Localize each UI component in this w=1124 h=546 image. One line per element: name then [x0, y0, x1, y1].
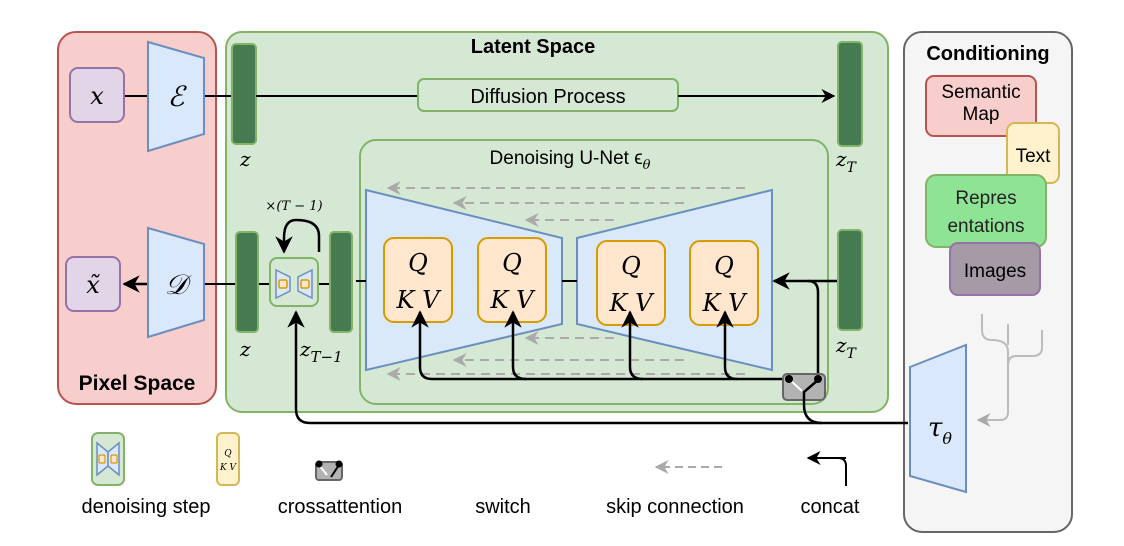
- latent-space-label: Latent Space: [471, 36, 595, 58]
- qkv-kv-label: K V: [609, 289, 656, 317]
- svg-text:skip connection: skip connection: [606, 496, 744, 518]
- diffusion-process-box: Diffusion Process: [417, 78, 679, 112]
- pixel-space-label: Pixel Space: [79, 372, 196, 395]
- latent-zT-block-top: [837, 41, 863, 147]
- svg-text:K V: K V: [219, 463, 238, 473]
- qkv-kv-label: K V: [490, 286, 537, 314]
- denoising-step-icon: [269, 257, 319, 307]
- svg-text:entations: entations: [947, 216, 1024, 237]
- qkv-q-label: Q: [621, 252, 641, 280]
- qkv-kv-label: K V: [396, 286, 443, 314]
- qkv-q-label: Q: [714, 252, 734, 280]
- switch-icon[interactable]: [782, 373, 826, 425]
- svg-text:Map: Map: [963, 104, 1000, 125]
- qkv-q-label: Q: [502, 249, 522, 277]
- svg-text:Images: Images: [964, 261, 1026, 282]
- input-x-box: x: [69, 67, 125, 123]
- qkv-block: Q K V: [477, 237, 547, 323]
- diffusion-process-label: Diffusion Process: [470, 86, 625, 108]
- input-x-label: x: [90, 82, 104, 110]
- qkv-block: Q K V: [383, 237, 453, 323]
- encoder: ℰ: [147, 40, 205, 153]
- legend-concat: concat: [801, 451, 860, 518]
- output-xtilde-label: x̃: [86, 271, 100, 299]
- svg-text:Text: Text: [1016, 146, 1052, 167]
- svg-text:Repres: Repres: [955, 188, 1016, 209]
- legend: denoising step Q K V crossattention swit…: [82, 432, 860, 518]
- svg-text:switch: switch: [475, 496, 531, 518]
- svg-text:concat: concat: [801, 496, 860, 518]
- decoder: 𝒟: [147, 226, 205, 339]
- legend-crossattention: Q K V crossattention: [216, 432, 403, 518]
- conditioning-label: Conditioning: [926, 43, 1049, 65]
- cond-images: Images: [949, 242, 1041, 296]
- latent-zT1-block: [329, 231, 353, 333]
- qkv-q-label: Q: [408, 249, 428, 277]
- cond-representations: Repres entations: [925, 174, 1047, 248]
- svg-text:Semantic: Semantic: [941, 82, 1020, 103]
- legend-denoising-step: denoising step: [82, 432, 211, 518]
- latent-z-label-bottom: z: [239, 337, 251, 361]
- latent-z-block: [231, 43, 257, 145]
- ldm-diagram: Pixel Space Latent Space Conditioning x …: [57, 31, 1073, 533]
- latent-z-label: z: [239, 147, 251, 171]
- svg-text:denoising step: denoising step: [82, 496, 211, 518]
- tau-encoder: τθ: [909, 343, 967, 494]
- svg-text:Q: Q: [224, 449, 232, 459]
- latent-z-block-bottom: [235, 231, 259, 333]
- legend-skip-connection: skip connection: [606, 460, 744, 518]
- svg-text:crossattention: crossattention: [278, 496, 403, 518]
- loop-label: ×(T − 1): [265, 199, 322, 214]
- latent-zT-block-bottom: [837, 229, 863, 331]
- output-xtilde-box: x̃: [65, 256, 121, 312]
